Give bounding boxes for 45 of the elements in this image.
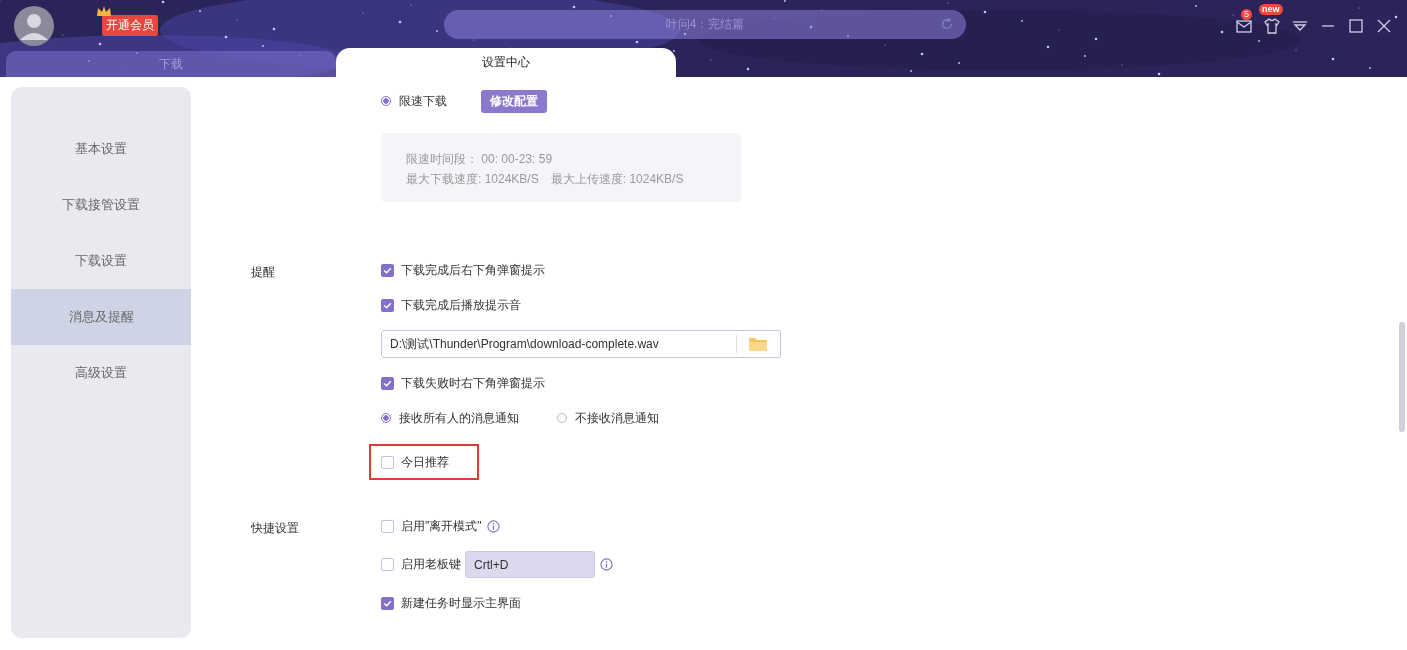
scrollbar-thumb[interactable] [1399, 322, 1405, 432]
sidebar-item[interactable]: 消息及提醒 [11, 289, 191, 345]
info-text: 最大下载速度: 1024KB/S [406, 171, 539, 188]
new-badge: new [1259, 4, 1283, 15]
tab[interactable]: 设置中心 [336, 48, 676, 77]
checkbox-label: 启用"离开模式" [401, 517, 482, 535]
option-label: 接收所有人的消息通知 [399, 409, 519, 427]
sidebar-item[interactable]: 下载接管设置 [11, 177, 191, 233]
checkbox[interactable] [381, 455, 394, 469]
maximize-icon[interactable] [1347, 17, 1365, 35]
checkbox[interactable] [381, 298, 394, 312]
file-path-field[interactable]: D:\测试\Thunder\Program\download-complete.wav [381, 330, 781, 358]
count-badge: 5 [1241, 9, 1252, 20]
sidebar-item[interactable]: 下载设置 [11, 233, 191, 289]
checkbox[interactable] [381, 263, 394, 277]
info-text: 限速时间段： 00: 00-23: 59 [406, 151, 554, 168]
checkbox-label: 启用老板键 [401, 556, 461, 573]
edit-config-button[interactable]: 修改配置 [481, 89, 547, 113]
checkbox[interactable] [381, 519, 394, 533]
option-label: 不接收消息通知 [575, 409, 659, 427]
info-icon[interactable] [486, 519, 500, 533]
mail-icon[interactable] [1235, 17, 1253, 35]
sidebar-item[interactable]: 高级设置 [11, 345, 191, 401]
shortcut-field[interactable]: Crtl+D [465, 551, 595, 578]
close-icon[interactable] [1375, 17, 1393, 35]
section-label: 提醒 [251, 265, 275, 279]
section-label: 快捷设置 [251, 521, 299, 535]
radio-button[interactable] [381, 413, 391, 423]
checkbox-label: 下载完成后播放提示音 [401, 296, 521, 314]
checkbox[interactable] [381, 558, 394, 571]
crown-icon [96, 4, 112, 17]
radio-button[interactable] [381, 96, 391, 106]
checkbox-label: 下载失败时右下角弹窗提示 [401, 374, 545, 392]
option-label: 限速下载 [399, 92, 447, 110]
checkbox-label: 新建任务时显示主界面 [401, 594, 521, 612]
info-icon[interactable] [600, 558, 613, 571]
info-text: 最大上传速度: 1024KB/S [550, 171, 684, 188]
checkbox-label: 下载完成后右下角弹窗提示 [401, 261, 545, 279]
checkbox-label: 今日推荐 [401, 453, 449, 471]
checkbox[interactable] [381, 596, 394, 610]
checkbox[interactable] [381, 376, 394, 390]
avatar[interactable] [14, 6, 54, 46]
shirt-icon[interactable] [1263, 17, 1281, 35]
vip-badge[interactable]: 开通会员 [102, 14, 158, 36]
sidebar-item[interactable]: 基本设置 [11, 121, 191, 177]
